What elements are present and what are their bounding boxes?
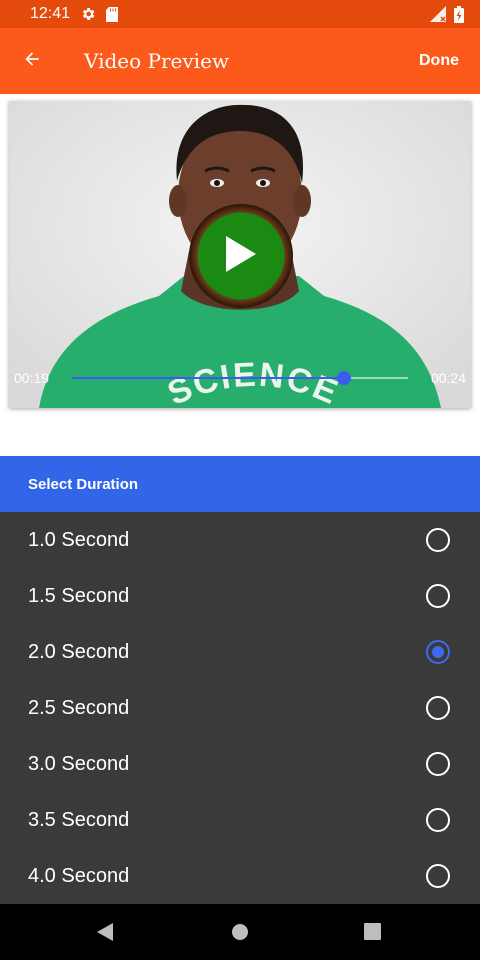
play-icon bbox=[224, 235, 258, 278]
nav-back-button[interactable] bbox=[96, 922, 114, 947]
duration-option[interactable]: 3.5 Second bbox=[0, 792, 480, 848]
nav-recents-button[interactable] bbox=[364, 923, 381, 945]
video-player[interactable]: SCIENCE 00:19 00:24 bbox=[9, 101, 471, 408]
circle-home-icon bbox=[231, 924, 249, 945]
total-time: 00:24 bbox=[430, 370, 466, 386]
duration-option-label: 3.0 Second bbox=[28, 752, 130, 775]
radio-unchecked-icon[interactable] bbox=[426, 696, 450, 720]
app-bar: Video Preview Done bbox=[0, 28, 480, 94]
duration-option[interactable]: 4.0 Second bbox=[0, 848, 480, 904]
radio-unchecked-icon[interactable] bbox=[426, 528, 450, 552]
done-button[interactable]: Done bbox=[419, 52, 459, 70]
duration-option-label: 4.0 Second bbox=[28, 864, 130, 887]
play-button[interactable] bbox=[189, 204, 293, 308]
duration-option[interactable]: 1.0 Second bbox=[0, 512, 480, 568]
status-time: 12:41 bbox=[30, 5, 71, 22]
duration-option[interactable]: 1.5 Second bbox=[0, 568, 480, 624]
shirt-text: SCIENCE bbox=[162, 356, 343, 408]
battery-icon bbox=[454, 5, 464, 23]
duration-option[interactable]: 3.0 Second bbox=[0, 736, 480, 792]
gear-icon bbox=[80, 6, 96, 22]
arrow-back-icon bbox=[22, 49, 42, 74]
square-recents-icon bbox=[364, 923, 381, 944]
radio-unchecked-icon[interactable] bbox=[426, 752, 450, 776]
duration-option-label: 2.0 Second bbox=[28, 640, 130, 663]
duration-option-label: 3.5 Second bbox=[28, 808, 130, 831]
duration-option-label: 1.5 Second bbox=[28, 584, 130, 607]
triangle-back-icon bbox=[96, 923, 114, 946]
duration-header: Select Duration bbox=[0, 456, 480, 512]
back-button[interactable] bbox=[0, 28, 64, 94]
radio-unchecked-icon[interactable] bbox=[426, 584, 450, 608]
page-title: Video Preview bbox=[84, 49, 230, 73]
duration-option[interactable]: 2.5 Second bbox=[0, 680, 480, 736]
seek-bar-progress bbox=[72, 377, 345, 379]
radio-checked-icon[interactable] bbox=[426, 640, 450, 664]
duration-option-label: 1.0 Second bbox=[28, 528, 130, 551]
status-bar: 12:41 bbox=[0, 0, 480, 28]
current-time: 00:19 bbox=[14, 370, 50, 386]
duration-option-label: 2.5 Second bbox=[28, 696, 130, 719]
nav-home-button[interactable] bbox=[231, 923, 249, 946]
radio-unchecked-icon[interactable] bbox=[426, 808, 450, 832]
duration-list: 1.0 Second 1.5 Second 2.0 Second 2.5 Second… bbox=[0, 512, 480, 904]
signal-icon bbox=[430, 6, 446, 22]
navigation-bar bbox=[0, 904, 480, 960]
sd-card-icon bbox=[106, 6, 119, 22]
duration-option[interactable]: 2.0 Second bbox=[0, 624, 480, 680]
duration-header-title: Select Duration bbox=[28, 475, 139, 493]
radio-unchecked-icon[interactable] bbox=[426, 864, 450, 888]
svg-text:SCIENCE: SCIENCE bbox=[162, 356, 345, 408]
